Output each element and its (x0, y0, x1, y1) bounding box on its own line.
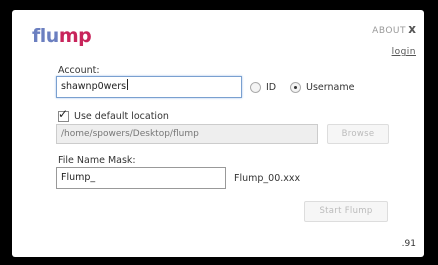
radio-id[interactable] (250, 82, 261, 93)
version-label: .91 (401, 239, 416, 249)
file-name-preview: Flump_00.xxx (234, 173, 301, 184)
file-name-mask-input[interactable]: Flump_ (56, 167, 226, 189)
radio-selected-dot (294, 86, 297, 89)
login-link[interactable]: login (392, 47, 416, 57)
about-link[interactable]: ABOUT (372, 26, 406, 36)
text-caret (127, 79, 129, 90)
account-input[interactable]: shawnp0wers (56, 76, 242, 98)
browse-button[interactable]: Browse (327, 124, 389, 144)
radio-username[interactable] (290, 82, 301, 93)
default-location-checkbox[interactable]: ✓ (58, 107, 69, 122)
radio-username-label: Username (306, 82, 355, 93)
account-label: Account: (58, 65, 100, 76)
checkmark-icon: ✓ (58, 107, 69, 121)
file-name-mask-label: File Name Mask: (58, 155, 136, 166)
radio-id-label: ID (266, 82, 277, 93)
location-path-field: /home/spowers/Desktop/flump (56, 124, 318, 144)
close-icon[interactable]: x (408, 23, 416, 35)
logo-part-2: mp (58, 25, 92, 47)
start-flump-button[interactable]: Start Flump (304, 201, 388, 222)
account-value: shawnp0wers (61, 81, 127, 92)
default-location-label: Use default location (74, 111, 169, 122)
logo-part-1: flu (32, 25, 59, 47)
flump-window: flump ABOUT x login Account: shawnp0wers… (12, 10, 424, 257)
flump-logo: flump (32, 25, 92, 47)
